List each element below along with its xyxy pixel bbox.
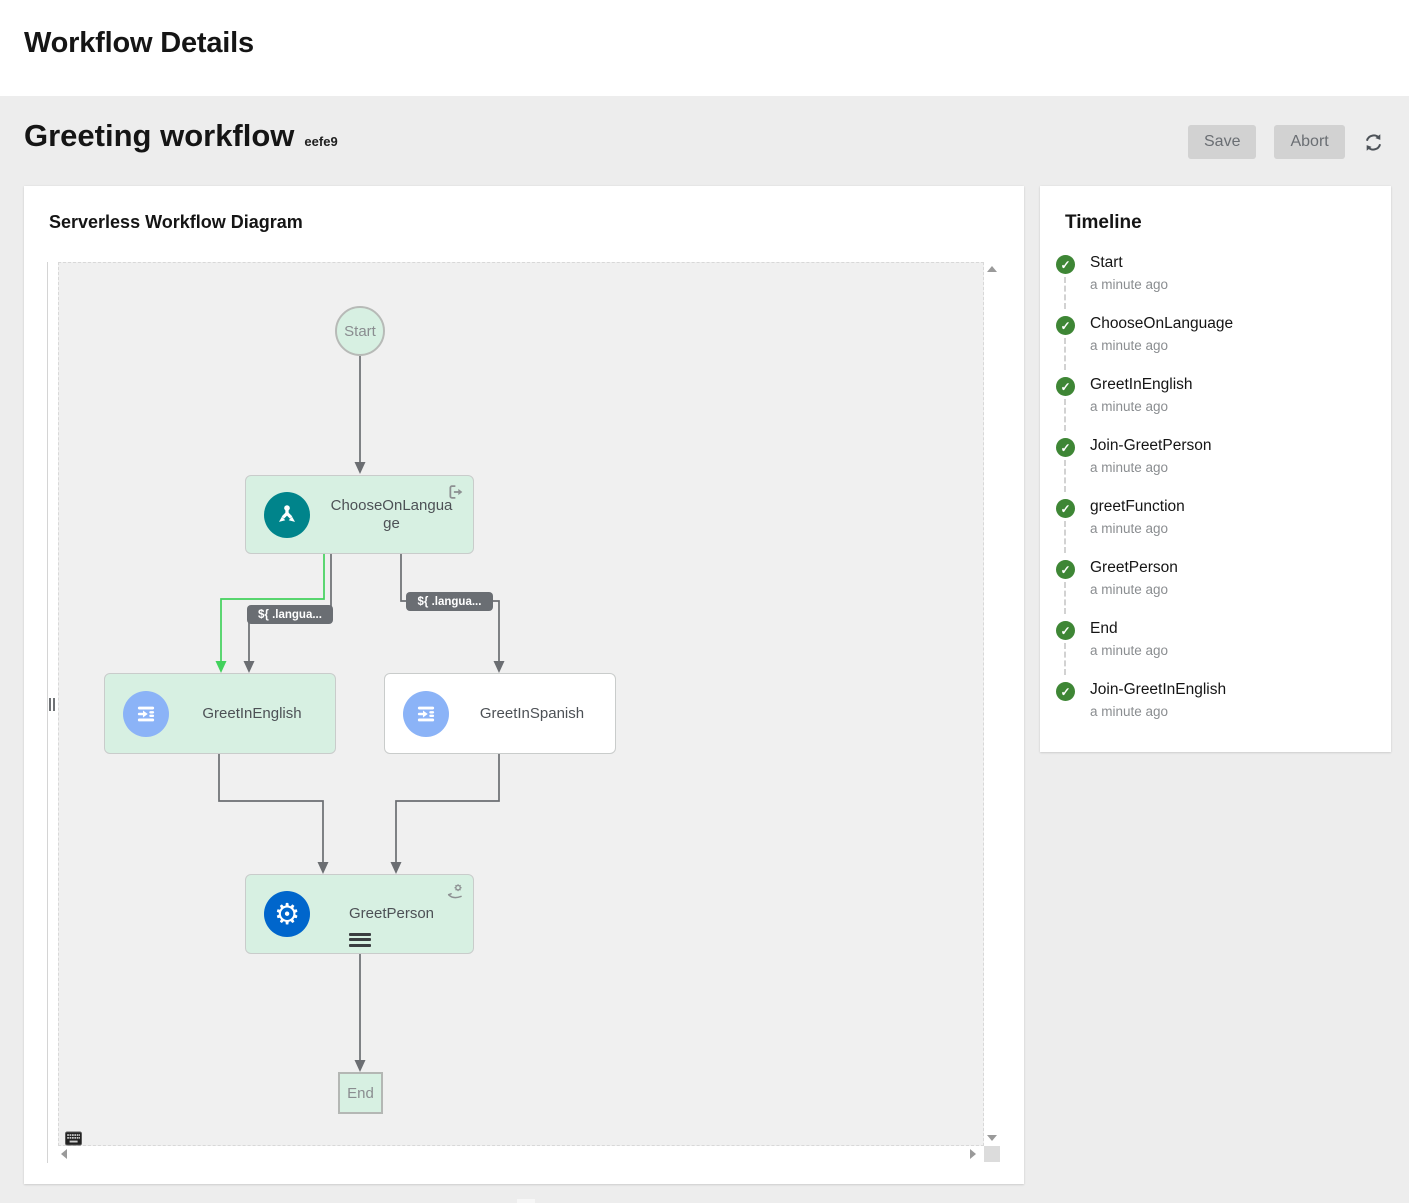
timeline-item: ✓ GreetInEnglish a minute ago [1056,372,1381,433]
page-title: Workflow Details [24,27,254,60]
inject-icon [403,691,449,737]
timeline-item-label: Join-GreetPerson [1090,437,1381,455]
diagram-title: Serverless Workflow Diagram [49,212,303,233]
node-actions-menu-icon[interactable] [349,930,371,949]
node-label: GreetInEnglish [169,705,335,722]
timeline-item-label: GreetInEnglish [1090,376,1381,394]
node-start[interactable]: Start [335,306,385,356]
edge-condition-badge[interactable]: ${ .langua... [406,592,493,611]
diagram-vertical-scrollbar[interactable] [984,262,1000,1146]
timeline-item-label: Start [1090,254,1381,272]
node-greet-person[interactable]: ⚙ GreetPerson [245,874,474,954]
refresh-button[interactable] [1361,130,1386,155]
switch-state-icon [446,483,464,501]
timeline-item-time: a minute ago [1090,460,1381,475]
timeline-item-time: a minute ago [1090,399,1381,414]
top-bar: Workflow Details [0,0,1409,96]
check-circle-icon: ✓ [1056,682,1075,701]
timeline-item: ✓ End a minute ago [1056,616,1381,677]
sync-icon [1363,132,1384,153]
edge-spanish-to-person [396,754,499,863]
check-circle-icon: ✓ [1056,377,1075,396]
panel-divider [47,262,48,1163]
timeline-item-time: a minute ago [1090,277,1381,292]
panel-resize-handle[interactable] [49,698,55,711]
diagram-horizontal-scrollbar[interactable] [58,1146,984,1162]
node-label: End [347,1085,374,1102]
timeline-item-label: End [1090,620,1381,638]
check-circle-icon: ✓ [1056,621,1075,640]
node-end[interactable]: End [338,1072,383,1114]
bottom-panel-edge [517,1199,535,1203]
check-circle-icon: ✓ [1056,560,1075,579]
timeline-item-time: a minute ago [1090,643,1381,658]
inject-icon [123,691,169,737]
timeline-item-time: a minute ago [1090,338,1381,353]
node-label: Start [344,323,376,340]
timeline-item-time: a minute ago [1090,521,1381,536]
scroll-right-icon[interactable] [970,1149,976,1159]
scroll-left-icon[interactable] [61,1149,67,1159]
check-circle-icon: ✓ [1056,499,1075,518]
node-choose-on-language[interactable]: ChooseOnLanguage [245,475,474,554]
workflow-header: Greeting workflow eefe9 [24,118,338,154]
timeline-item-label: ChooseOnLanguage [1090,315,1381,333]
timeline-item-label: GreetPerson [1090,559,1381,577]
operation-state-icon [447,882,464,901]
scroll-up-icon[interactable] [987,266,997,272]
abort-button[interactable]: Abort [1274,125,1344,159]
timeline-panel: Timeline ✓ Start a minute ago ✓ ChooseOn… [1040,186,1391,752]
workflow-actions: Save Abort [1188,125,1386,159]
edge-condition-badge[interactable]: ${ .langua... [247,605,333,624]
timeline-item: ✓ Start a minute ago [1056,250,1381,311]
workflow-id: eefe9 [304,134,337,149]
save-button[interactable]: Save [1188,125,1256,159]
timeline-item-time: a minute ago [1090,704,1381,719]
diagram-panel: Serverless Workflow Diagram [24,186,1024,1184]
timeline-item: ✓ Join-GreetPerson a minute ago [1056,433,1381,494]
check-circle-icon: ✓ [1056,255,1075,274]
timeline-item: ✓ greetFunction a minute ago [1056,494,1381,555]
timeline-list: ✓ Start a minute ago ✓ ChooseOnLanguage … [1056,250,1381,738]
scroll-down-icon[interactable] [987,1135,997,1141]
check-circle-icon: ✓ [1056,438,1075,457]
diagram-canvas[interactable]: ${ .langua... ${ .langua... Start [58,262,984,1146]
timeline-item: ✓ Join-GreetInEnglish a minute ago [1056,677,1381,738]
branch-icon [264,492,310,538]
node-label: ChooseOnLanguage [329,497,455,532]
timeline-item: ✓ GreetPerson a minute ago [1056,555,1381,616]
workflow-name: Greeting workflow [24,118,294,154]
gear-icon: ⚙ [264,891,310,937]
check-circle-icon: ✓ [1056,316,1075,335]
edge-english-to-person [219,754,323,863]
timeline-item-time: a minute ago [1090,582,1381,597]
node-label: GreetInSpanish [449,705,615,722]
node-greet-in-english[interactable]: GreetInEnglish [104,673,336,754]
timeline-title: Timeline [1065,212,1142,234]
timeline-item-label: Join-GreetInEnglish [1090,681,1381,699]
scrollbar-corner [984,1146,1000,1162]
keyboard-shortcuts-icon[interactable] [65,1131,82,1146]
node-greet-in-spanish[interactable]: GreetInSpanish [384,673,616,754]
node-label: GreetPerson [310,905,473,922]
timeline-item-label: greetFunction [1090,498,1381,516]
timeline-item: ✓ ChooseOnLanguage a minute ago [1056,311,1381,372]
